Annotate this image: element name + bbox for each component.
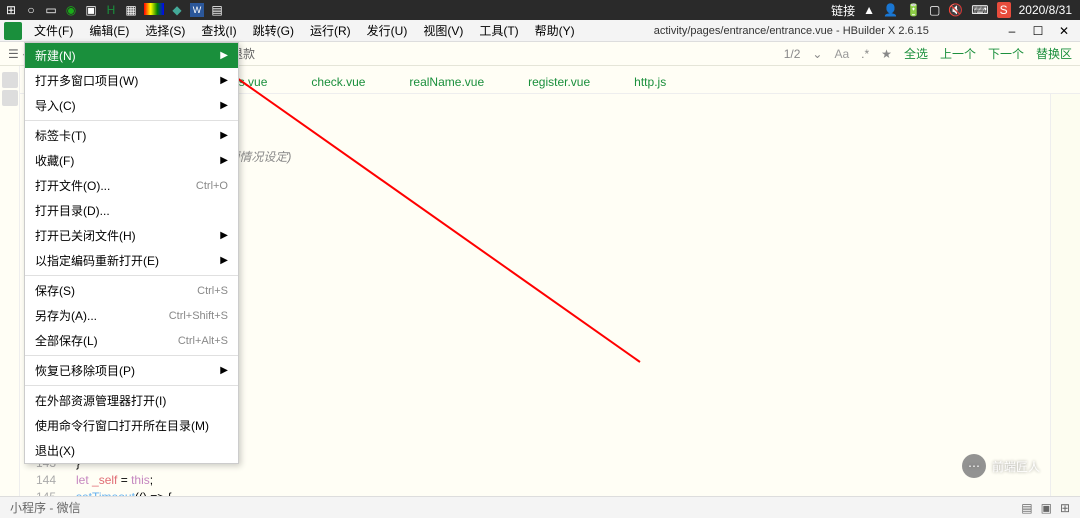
page-indicator: 1/2 bbox=[784, 47, 801, 61]
tray-volume-icon[interactable]: 🔇 bbox=[948, 3, 963, 17]
menu-3[interactable]: 查找(I) bbox=[193, 21, 244, 41]
menu-9[interactable]: 帮助(Y) bbox=[527, 21, 583, 41]
menu-2[interactable]: 选择(S) bbox=[137, 21, 193, 41]
status-icon-1[interactable]: ▤ bbox=[1021, 501, 1032, 515]
window-title: activity/pages/entrance/entrance.vue - H… bbox=[583, 25, 1000, 37]
status-icon-3[interactable]: ⊞ bbox=[1060, 501, 1070, 515]
regex-icon[interactable]: .* bbox=[861, 47, 869, 61]
replace-link[interactable]: 替换区 bbox=[1036, 45, 1072, 62]
windows-icon[interactable]: ⊞ bbox=[4, 3, 18, 17]
menubar: 文件(F)编辑(E)选择(S)查找(I)跳转(G)运行(R)发行(U)视图(V)… bbox=[0, 20, 1080, 42]
close-button[interactable]: ✕ bbox=[1052, 23, 1076, 39]
tray-sogou-icon[interactable]: S bbox=[997, 2, 1011, 18]
maximize-button[interactable]: ☐ bbox=[1026, 23, 1050, 39]
aa-icon[interactable]: Aa bbox=[834, 47, 849, 61]
file-menu-dropdown: 新建(N)▶打开多窗口项目(W)▶导入(C)▶ 标签卡(T)▶收藏(F)▶打开文件… bbox=[24, 42, 239, 464]
watermark-text: 前端匠人 bbox=[992, 458, 1040, 475]
minimize-button[interactable]: – bbox=[1000, 23, 1024, 39]
menu-1[interactable]: 编辑(E) bbox=[81, 21, 137, 41]
minimap[interactable] bbox=[1050, 94, 1080, 496]
menu-item-2[interactable]: 导入(C)▶ bbox=[25, 93, 238, 118]
hbuilder-icon[interactable]: H bbox=[104, 3, 118, 17]
tray-wifi-icon[interactable]: ▢ bbox=[929, 3, 940, 17]
file-tab-4[interactable]: register.vue bbox=[526, 71, 592, 93]
menu-0[interactable]: 文件(F) bbox=[26, 21, 81, 41]
menu-8[interactable]: 工具(T) bbox=[471, 21, 526, 41]
next-link[interactable]: 下一个 bbox=[988, 45, 1024, 62]
file-tab-3[interactable]: realName.vue bbox=[407, 71, 486, 93]
tray-user-icon[interactable]: 👤 bbox=[883, 3, 898, 17]
wechat-watermark-icon: ⋯ bbox=[962, 454, 986, 478]
app-icon-1[interactable]: ▣ bbox=[84, 3, 98, 17]
status-left: 小程序 - 微信 bbox=[10, 499, 81, 516]
nav-down-icon[interactable]: ⌄ bbox=[812, 47, 822, 61]
file-tab-2[interactable]: check.vue bbox=[309, 71, 367, 93]
watermark: ⋯ 前端匠人 bbox=[962, 454, 1040, 478]
tray-text: 链接 bbox=[831, 2, 855, 19]
menu-6[interactable]: 发行(U) bbox=[359, 21, 416, 41]
menu-7[interactable]: 视图(V) bbox=[415, 21, 471, 41]
tray-date: 2020/8/31 bbox=[1019, 3, 1072, 17]
menu-5[interactable]: 运行(R) bbox=[302, 21, 359, 41]
taskview-icon[interactable]: ▭ bbox=[44, 3, 58, 17]
menu-item-6[interactable]: 打开文件(O)...Ctrl+O bbox=[25, 173, 238, 198]
wechat-icon[interactable]: ◉ bbox=[64, 3, 78, 17]
menu-item-13[interactable]: 全部保存(L)Ctrl+Alt+S bbox=[25, 328, 238, 353]
tray-icon-1[interactable]: ▲ bbox=[863, 3, 875, 17]
wps-icon[interactable]: W bbox=[190, 3, 204, 17]
tray-battery-icon[interactable]: 🔋 bbox=[906, 3, 921, 17]
prev-link[interactable]: 上一个 bbox=[940, 45, 976, 62]
app-icon-4[interactable]: ◆ bbox=[170, 3, 184, 17]
cortana-icon[interactable]: ○ bbox=[24, 3, 38, 17]
app-icon-3[interactable] bbox=[144, 3, 164, 15]
star-icon[interactable]: ★ bbox=[881, 47, 892, 61]
menu-4[interactable]: 跳转(G) bbox=[245, 21, 302, 41]
app-logo-icon bbox=[4, 22, 22, 40]
tray-lang-icon[interactable]: ⌨ bbox=[971, 3, 988, 17]
app-icon-5[interactable]: ▤ bbox=[210, 3, 224, 17]
app-icon-2[interactable]: ▦ bbox=[124, 3, 138, 17]
status-icon-2[interactable]: ▣ bbox=[1041, 501, 1052, 515]
sidebar-item-2[interactable] bbox=[2, 90, 18, 106]
os-taskbar: ⊞ ○ ▭ ◉ ▣ H ▦ ◆ W ▤ 链接 ▲ 👤 🔋 ▢ 🔇 ⌨ S 202… bbox=[0, 0, 1080, 20]
menu-item-4[interactable]: 标签卡(T)▶ bbox=[25, 123, 238, 148]
menu-item-1[interactable]: 打开多窗口项目(W)▶ bbox=[25, 68, 238, 93]
toolbar-icon-1[interactable]: ☰ bbox=[8, 47, 19, 61]
menu-item-19[interactable]: 退出(X) bbox=[25, 438, 238, 463]
sidebar-item-1[interactable] bbox=[2, 72, 18, 88]
menu-item-0[interactable]: 新建(N)▶ bbox=[25, 43, 238, 68]
menu-item-7[interactable]: 打开目录(D)... bbox=[25, 198, 238, 223]
status-bar: 小程序 - 微信 ▤ ▣ ⊞ bbox=[0, 496, 1080, 518]
menu-item-18[interactable]: 使用命令行窗口打开所在目录(M) bbox=[25, 413, 238, 438]
menu-item-9[interactable]: 以指定编码重新打开(E)▶ bbox=[25, 248, 238, 273]
file-tab-5[interactable]: http.js bbox=[632, 71, 668, 93]
menu-item-11[interactable]: 保存(S)Ctrl+S bbox=[25, 278, 238, 303]
menu-item-15[interactable]: 恢复已移除项目(P)▶ bbox=[25, 358, 238, 383]
menu-item-17[interactable]: 在外部资源管理器打开(I) bbox=[25, 388, 238, 413]
menu-item-5[interactable]: 收藏(F)▶ bbox=[25, 148, 238, 173]
select-all-link[interactable]: 全选 bbox=[904, 45, 928, 62]
menu-item-8[interactable]: 打开已关闭文件(H)▶ bbox=[25, 223, 238, 248]
menu-item-12[interactable]: 另存为(A)...Ctrl+Shift+S bbox=[25, 303, 238, 328]
activity-bar bbox=[0, 66, 20, 496]
